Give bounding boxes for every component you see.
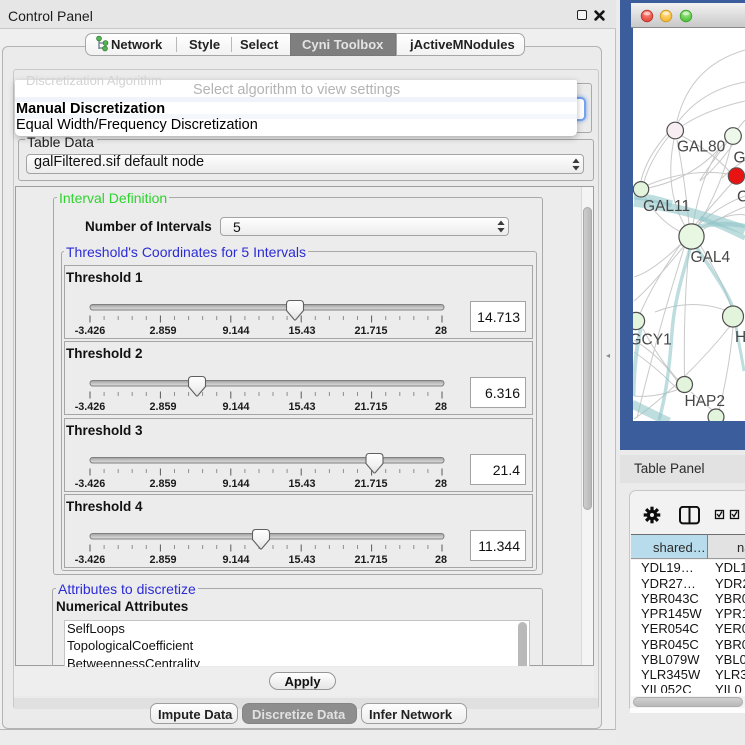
- svg-text:-3.426: -3.426: [75, 325, 106, 337]
- svg-text:GA: GA: [734, 150, 745, 167]
- svg-text:21.715: 21.715: [354, 325, 387, 337]
- svg-text:15.43: 15.43: [288, 401, 315, 413]
- svg-text:15.43: 15.43: [288, 554, 315, 566]
- svg-text:9.144: 9.144: [222, 401, 249, 413]
- svg-text:28: 28: [435, 478, 447, 490]
- svg-text:GAL80: GAL80: [677, 139, 726, 156]
- svg-text:-3.426: -3.426: [75, 401, 106, 413]
- svg-text:9.144: 9.144: [222, 325, 249, 337]
- svg-text:H: H: [735, 329, 745, 346]
- svg-text:-3.426: -3.426: [75, 554, 106, 566]
- svg-text:2.859: 2.859: [149, 478, 176, 490]
- svg-text:21.715: 21.715: [354, 401, 387, 413]
- svg-text:C: C: [737, 189, 745, 206]
- svg-text:9.144: 9.144: [222, 478, 249, 490]
- svg-text:HAP2: HAP2: [685, 393, 726, 410]
- svg-text:28: 28: [435, 554, 447, 566]
- svg-text:15.43: 15.43: [288, 325, 315, 337]
- svg-text:28: 28: [435, 401, 447, 413]
- svg-text:21.715: 21.715: [354, 554, 387, 566]
- svg-text:GAL11: GAL11: [643, 198, 690, 215]
- svg-text:GAL4: GAL4: [691, 249, 731, 266]
- svg-text:2.859: 2.859: [149, 325, 176, 337]
- svg-text:21.715: 21.715: [354, 478, 387, 490]
- svg-text:-3.426: -3.426: [75, 478, 106, 490]
- svg-text:9.144: 9.144: [222, 554, 249, 566]
- svg-text:2.859: 2.859: [149, 401, 176, 413]
- svg-text:2.859: 2.859: [149, 554, 176, 566]
- svg-text:28: 28: [435, 325, 447, 337]
- svg-text:GCY1: GCY1: [633, 332, 672, 349]
- svg-text:15.43: 15.43: [288, 478, 315, 490]
